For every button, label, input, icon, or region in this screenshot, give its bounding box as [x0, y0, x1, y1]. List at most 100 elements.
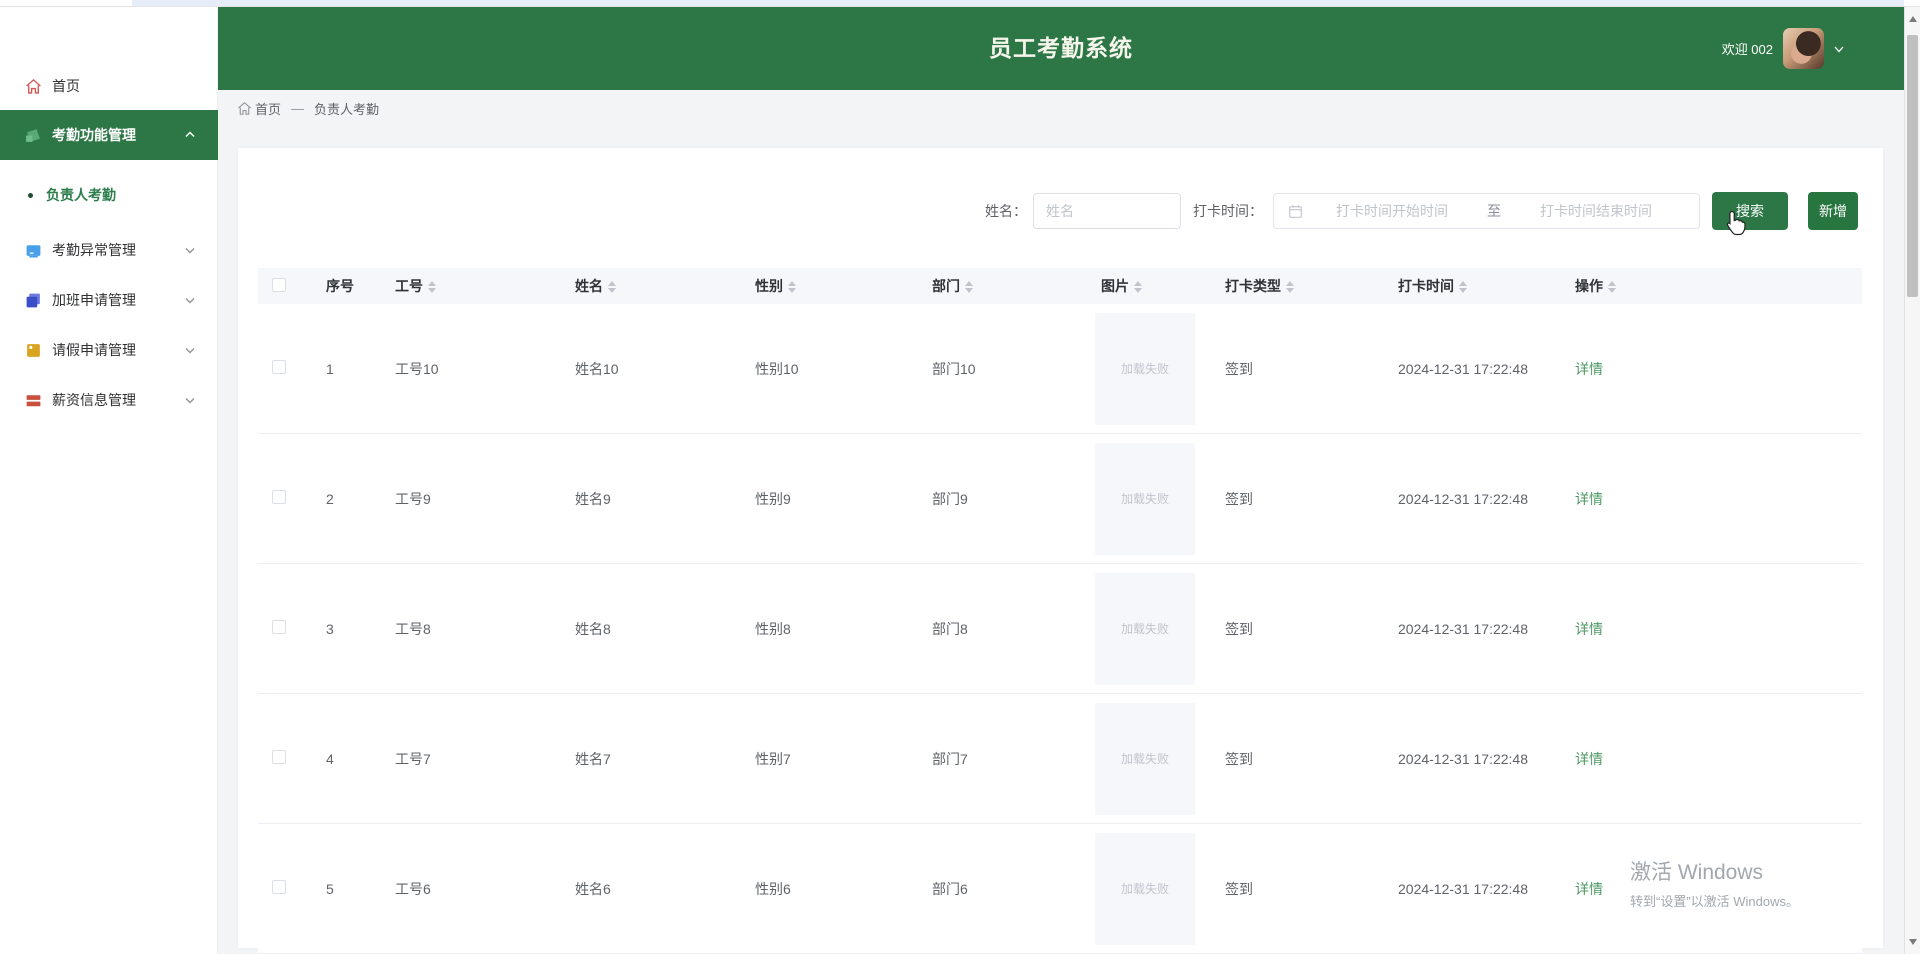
sort-icon [1459, 281, 1467, 293]
sidebar: 首页 考勤功能管理 负责人考勤 考勤异常管理 加班申请管理 [0, 7, 218, 954]
col-header-action[interactable]: 操作 [1568, 276, 1862, 296]
avatar[interactable] [1783, 28, 1824, 69]
cell-dept: 部门10 [921, 359, 1089, 379]
cell-punch-time: 2024-12-31 17:22:48 [1391, 361, 1568, 377]
cell-gender: 性别8 [744, 619, 921, 639]
cell-jobno: 工号6 [384, 879, 564, 899]
cell-index: 2 [310, 491, 384, 507]
table-row: 1 工号10 姓名10 性别10 部门10 加载失败 签到 2024-12-31… [258, 304, 1862, 434]
col-header-dept[interactable]: 部门 [921, 276, 1089, 296]
chevron-down-icon [184, 344, 196, 356]
cell-gender: 性别9 [744, 489, 921, 509]
home-outline-icon [237, 101, 252, 116]
scrollbar-down-arrow-icon[interactable] [1905, 934, 1920, 950]
detail-link[interactable]: 详情 [1575, 881, 1603, 897]
table-row: 4 工号7 姓名7 性别7 部门7 加载失败 签到 2024-12-31 17:… [258, 694, 1862, 824]
cell-gender: 性别6 [744, 879, 921, 899]
row-checkbox[interactable] [272, 880, 286, 894]
sidebar-item-label: 考勤功能管理 [52, 125, 184, 145]
row-checkbox[interactable] [272, 490, 286, 504]
cell-jobno: 工号8 [384, 619, 564, 639]
image-load-failed-placeholder: 加载失败 [1095, 703, 1195, 815]
cell-jobno: 工号10 [384, 359, 564, 379]
detail-link[interactable]: 详情 [1575, 751, 1603, 767]
sort-icon [428, 281, 436, 293]
content-card: 姓名： 打卡时间： 打卡时间开始时间 至 打卡时间结束时间 搜索 新增 序号 工… [238, 148, 1883, 948]
user-menu[interactable]: 欢迎 002 [1722, 7, 1846, 90]
add-button[interactable]: 新增 [1808, 192, 1858, 230]
cell-jobno: 工号7 [384, 749, 564, 769]
sidebar-item-label: 首页 [52, 76, 218, 96]
page-scrollbar[interactable] [1904, 7, 1920, 954]
cell-index: 4 [310, 751, 384, 767]
cell-gender: 性别10 [744, 359, 921, 379]
cell-name: 姓名8 [564, 619, 744, 639]
breadcrumb-home[interactable]: 首页 [237, 99, 281, 118]
cell-dept: 部门8 [921, 619, 1089, 639]
cell-punch-type: 签到 [1219, 359, 1391, 379]
scrollbar-thumb[interactable] [1907, 35, 1918, 297]
chevron-down-icon[interactable] [1832, 42, 1846, 56]
col-header-punch-time[interactable]: 打卡时间 [1391, 276, 1568, 296]
cell-dept: 部门6 [921, 879, 1089, 899]
sidebar-item-salary-info[interactable]: 薪资信息管理 [0, 375, 218, 425]
chevron-up-icon [184, 129, 196, 141]
image-load-failed-placeholder: 加载失败 [1095, 573, 1195, 685]
welcome-text: 欢迎 002 [1722, 39, 1773, 58]
sidebar-item-label: 加班申请管理 [52, 290, 184, 310]
col-header-name[interactable]: 姓名 [564, 276, 744, 296]
name-input[interactable] [1033, 193, 1181, 229]
cell-name: 姓名6 [564, 879, 744, 899]
breadcrumb-current: 负责人考勤 [314, 99, 379, 118]
detail-link[interactable]: 详情 [1575, 491, 1603, 507]
table-body: 1 工号10 姓名10 性别10 部门10 加载失败 签到 2024-12-31… [258, 304, 1862, 954]
leave-icon [24, 341, 42, 359]
calendar-icon [1288, 204, 1303, 219]
image-load-failed-placeholder: 加载失败 [1095, 443, 1195, 555]
sort-icon [608, 281, 616, 293]
punch-time-range-input[interactable]: 打卡时间开始时间 至 打卡时间结束时间 [1273, 193, 1700, 229]
col-header-index[interactable]: 序号 [310, 276, 384, 296]
cell-name: 姓名10 [564, 359, 744, 379]
punch-time-label: 打卡时间： [1193, 201, 1263, 221]
image-load-failed-placeholder: 加载失败 [1095, 833, 1195, 945]
sidebar-item-attendance-management[interactable]: 考勤功能管理 [0, 110, 218, 160]
col-header-gender[interactable]: 性别 [744, 276, 921, 296]
select-all-checkbox[interactable] [272, 278, 286, 292]
sidebar-item-label: 请假申请管理 [52, 340, 184, 360]
sidebar-item-home[interactable]: 首页 [0, 61, 218, 111]
main-content: 首页 — 负责人考勤 姓名： 打卡时间： 打卡时间开始时间 至 打卡时间结束时间… [218, 90, 1904, 954]
end-time-placeholder[interactable]: 打卡时间结束时间 [1507, 201, 1685, 221]
row-checkbox[interactable] [272, 620, 286, 634]
cell-punch-type: 签到 [1219, 879, 1391, 899]
attendance-icon [24, 126, 42, 144]
sidebar-item-attendance-abnormal[interactable]: 考勤异常管理 [0, 225, 218, 275]
range-separator: 至 [1487, 201, 1501, 221]
cell-punch-type: 签到 [1219, 749, 1391, 769]
cell-index: 1 [310, 361, 384, 377]
cell-name: 姓名7 [564, 749, 744, 769]
table-row: 2 工号9 姓名9 性别9 部门9 加载失败 签到 2024-12-31 17:… [258, 434, 1862, 564]
salary-icon [24, 391, 42, 409]
detail-link[interactable]: 详情 [1575, 361, 1603, 377]
sidebar-subitem-leader-attendance[interactable]: 负责人考勤 [0, 170, 218, 220]
row-checkbox[interactable] [272, 360, 286, 374]
cell-name: 姓名9 [564, 489, 744, 509]
cell-jobno: 工号9 [384, 489, 564, 509]
start-time-placeholder[interactable]: 打卡时间开始时间 [1303, 201, 1481, 221]
sort-icon [1134, 281, 1142, 293]
cell-punch-time: 2024-12-31 17:22:48 [1391, 621, 1568, 637]
scrollbar-up-arrow-icon[interactable] [1905, 11, 1920, 27]
table-row: 5 工号6 姓名6 性别6 部门6 加载失败 签到 2024-12-31 17:… [258, 824, 1862, 954]
sidebar-subitem-label: 负责人考勤 [46, 185, 116, 205]
col-header-punch-type[interactable]: 打卡类型 [1219, 276, 1391, 296]
col-header-picture[interactable]: 图片 [1089, 276, 1219, 296]
col-header-jobno[interactable]: 工号 [384, 276, 564, 296]
bullet-dot-icon [28, 193, 33, 198]
detail-link[interactable]: 详情 [1575, 621, 1603, 637]
row-checkbox[interactable] [272, 750, 286, 764]
cell-index: 5 [310, 881, 384, 897]
sidebar-item-overtime-request[interactable]: 加班申请管理 [0, 275, 218, 325]
search-button[interactable]: 搜索 [1712, 192, 1788, 230]
sidebar-item-leave-request[interactable]: 请假申请管理 [0, 325, 218, 375]
